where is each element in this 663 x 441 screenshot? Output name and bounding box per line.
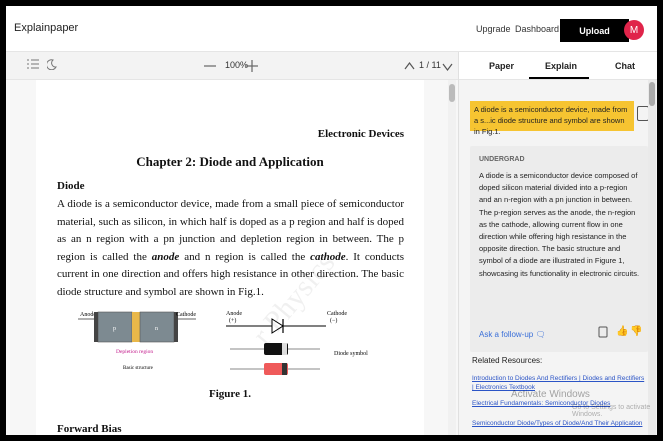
forward-bias-heading: Forward Bias	[57, 423, 122, 435]
diode-figure: Anode Cathode p n Depletion region Basic…	[78, 311, 368, 375]
scroll-thumb[interactable]	[449, 84, 455, 102]
fig-p-label: p	[113, 326, 116, 332]
copy-icon[interactable]	[598, 326, 608, 341]
running-header: Electronic Devices	[317, 128, 404, 140]
zoom-out-icon[interactable]	[204, 61, 216, 74]
upgrade-link[interactable]: Upgrade	[476, 24, 511, 34]
explanation-text: A diode is a semiconductor device compos…	[479, 171, 640, 278]
anode-term: anode	[151, 250, 180, 263]
activate-windows-title: Activate Windows	[511, 389, 590, 400]
app-title[interactable]: Explainpaper	[14, 22, 78, 34]
fig-depletion-label: Depletion region	[116, 349, 153, 355]
document-toolbar: 100% 1 / 11	[6, 52, 458, 80]
explanation-card: UNDERGRAD A diode is a semiconductor dev…	[470, 146, 648, 352]
upload-button[interactable]: Upload	[560, 19, 629, 42]
chapter-title: Chapter 2: Diode and Application	[136, 154, 324, 169]
sym-anode-sign: (+)	[229, 317, 236, 324]
avatar[interactable]: M	[624, 20, 644, 40]
pdf-page[interactable]: Electronic Devices Chapter 2: Diode and …	[36, 80, 424, 435]
activate-windows-hint: Go to Settings to activate Windows.	[572, 404, 651, 418]
panel-scrollbar[interactable]	[648, 80, 656, 435]
paragraph[interactable]: A diode is a semiconductor device, made …	[57, 196, 404, 301]
zoom-level: 100%	[225, 60, 249, 70]
sym-anode-label: Anode	[226, 311, 242, 317]
thumbs-up-icon[interactable]: 👍	[616, 326, 628, 337]
figure-caption: Figure 1.	[209, 388, 251, 400]
chevron-up-icon[interactable]	[404, 61, 415, 73]
fig-basic-label: Basic structure	[123, 366, 154, 371]
tab-chat[interactable]: Chat	[615, 61, 635, 71]
moon-icon[interactable]	[46, 59, 57, 73]
chat-bubble-icon: 🗨	[535, 330, 546, 339]
fig-cathode-label: Cathode	[176, 312, 196, 318]
document-scrollbar[interactable]	[448, 80, 456, 435]
thumbs-down-icon[interactable]: 👎	[630, 326, 642, 337]
level-label: UNDERGRAD	[479, 156, 525, 163]
chevron-down-icon[interactable]	[442, 62, 453, 74]
sym-cathode-sign: (−)	[330, 317, 337, 324]
highlighted-text[interactable]: A diode is a semiconductor device, made …	[470, 101, 634, 136]
related-title: Related Resources:	[472, 356, 543, 365]
top-bar: Explainpaper Upgrade Dashboard Upload M	[6, 6, 657, 52]
app-window: Explainpaper Upgrade Dashboard Upload M …	[6, 6, 657, 435]
active-tab-indicator	[529, 77, 589, 79]
page-indicator: 1 / 11	[419, 60, 441, 70]
related-link[interactable]: Semiconductor Diode/Types of Diode/And T…	[472, 419, 647, 428]
panel-tabs: Paper Explain Chat	[459, 52, 657, 80]
follow-up-link[interactable]: Ask a follow-up 🗨	[479, 330, 546, 339]
fig-anode-label: Anode	[80, 312, 96, 318]
text-span: and n region is called the	[179, 250, 311, 263]
follow-up-label: Ask a follow-up	[479, 330, 534, 339]
tab-explain[interactable]: Explain	[545, 61, 577, 71]
side-panel: Paper Explain Chat A diode is a semicond…	[458, 52, 657, 435]
list-icon[interactable]	[27, 59, 39, 72]
dashboard-link[interactable]: Dashboard	[515, 24, 559, 34]
scroll-thumb[interactable]	[649, 82, 655, 106]
fig-n-label: n	[155, 326, 158, 332]
section-heading: Diode	[57, 180, 85, 192]
tab-paper[interactable]: Paper	[489, 61, 514, 71]
zoom-in-icon[interactable]	[246, 60, 258, 75]
sym-cathode-label: Cathode	[327, 311, 347, 317]
diode-symbol-label: Diode symbol	[334, 351, 368, 357]
